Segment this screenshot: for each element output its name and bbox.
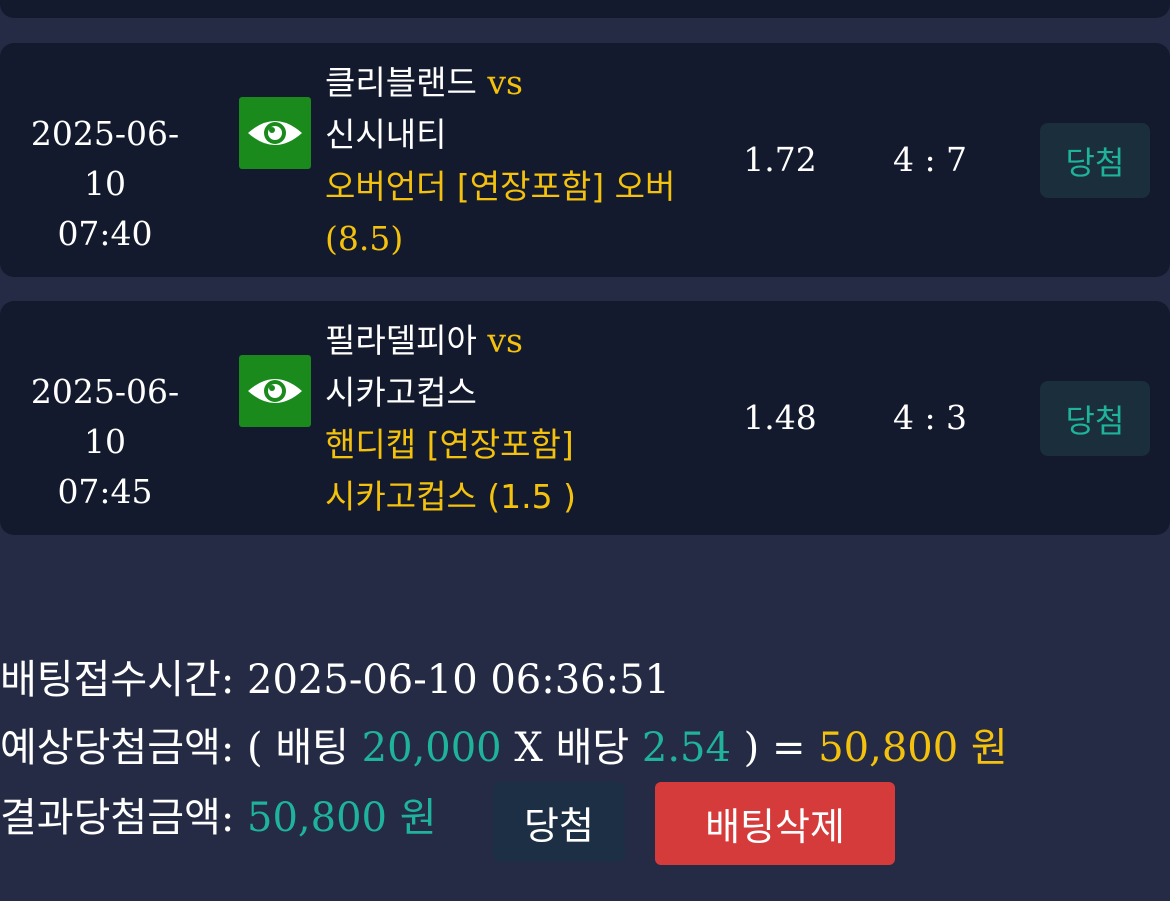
- away-team: 신시내티: [325, 115, 447, 154]
- currency-unit: 원: [970, 725, 1008, 771]
- bet-odds: 1.48: [743, 398, 817, 437]
- home-team: 필라델피아: [325, 321, 477, 360]
- bet-time: 07:45: [57, 472, 153, 511]
- bet-time-label: 배팅접수시간: [0, 657, 221, 703]
- multiply-sign: X: [514, 725, 543, 771]
- bet-time: 07:40: [57, 214, 153, 253]
- view-details-button[interactable]: [239, 97, 311, 169]
- previous-bet-card: [0, 0, 1170, 18]
- bet-word: 배팅: [275, 725, 349, 771]
- vs-label: vs: [487, 321, 523, 360]
- bet-pick: 오버언더 [연장포함] 오버: [325, 167, 676, 206]
- result-badge: 당첨: [1040, 381, 1150, 456]
- eye-icon: [248, 121, 302, 145]
- bet-pick-line: (8.5): [325, 219, 404, 258]
- bet-datetime: 2025-06-10 07:40: [20, 109, 190, 259]
- bet-time-row: 배팅접수시간: 2025-06-10 06:36:51: [0, 657, 671, 703]
- result-amount: 50,800: [247, 795, 387, 841]
- bet-date: 2025-06-10: [30, 114, 180, 203]
- bet-time-value: 2025-06-10 06:36:51: [247, 657, 671, 703]
- result-payout-label: 결과당첨금액: [0, 795, 221, 841]
- bet-odds: 1.72: [743, 140, 817, 179]
- odds-word: 배당: [555, 725, 630, 771]
- expected-payout-label: 예상당첨금액: [0, 725, 221, 771]
- eye-icon: [248, 379, 302, 403]
- result-badge: 당첨: [1040, 123, 1150, 198]
- match-score: 4 : 3: [892, 398, 968, 437]
- total-odds: 2.54: [641, 725, 731, 771]
- open-paren: (: [247, 725, 263, 771]
- match-score: 4 : 7: [892, 140, 968, 179]
- bet-pick: 핸디캡 [연장포함]: [325, 425, 574, 464]
- match-info: 클리블랜드 vs 신시내티 오버언더 [연장포함] 오버 (8.5): [325, 57, 705, 265]
- view-details-button[interactable]: [239, 355, 311, 427]
- close-paren: ) =: [743, 725, 806, 771]
- bet-pick-line: 시카고컵스 (1.5 ): [325, 477, 577, 516]
- match-info: 필라델피아 vs 시카고컵스 핸디캡 [연장포함] 시카고컵스 (1.5 ): [325, 315, 705, 523]
- bet-datetime: 2025-06-10 07:45: [20, 367, 190, 517]
- delete-bet-button[interactable]: 배팅삭제: [655, 782, 895, 865]
- result-payout-row: 결과당첨금액: 50,800 원: [0, 795, 437, 841]
- bet-date: 2025-06-10: [30, 372, 180, 461]
- expected-amount: 50,800: [818, 725, 959, 771]
- currency-unit: 원: [399, 795, 437, 841]
- bet-row: 2025-06-10 07:45 필라델피아 vs 시카고컵스 핸디캡 [연장포…: [0, 301, 1170, 535]
- bet-history-page: 2025-06-10 07:40 클리블랜드 vs 신시내티 오버언더 [연장포…: [0, 0, 1170, 901]
- bet-row: 2025-06-10 07:40 클리블랜드 vs 신시내티 오버언더 [연장포…: [0, 43, 1170, 277]
- away-team: 시카고컵스: [325, 373, 477, 412]
- vs-label: vs: [487, 63, 523, 102]
- bet-amount: 20,000: [361, 725, 502, 771]
- home-team: 클리블랜드: [325, 63, 477, 102]
- expected-payout-row: 예상당첨금액: ( 배팅 20,000 X 배당 2.54 ) = 50,800…: [0, 725, 1008, 771]
- status-button[interactable]: 당첨: [493, 782, 625, 862]
